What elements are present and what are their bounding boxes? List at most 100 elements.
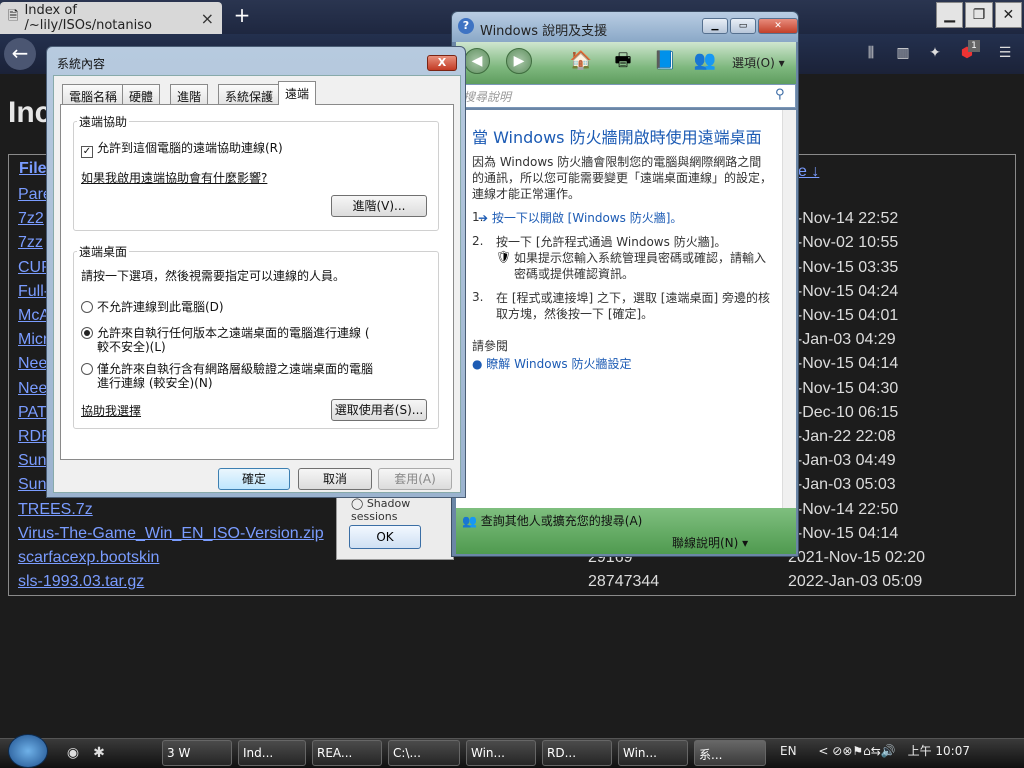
online-help-menu[interactable]: 聯線說明(N) ▾ bbox=[672, 534, 748, 551]
taskbar-button[interactable]: 系... bbox=[694, 740, 766, 766]
tray-expand-icon[interactable]: < bbox=[818, 744, 828, 758]
taskbar-button[interactable]: Win... bbox=[618, 740, 688, 766]
home-icon[interactable]: 🏠 bbox=[568, 48, 594, 74]
file-link[interactable]: Sun bbox=[18, 476, 46, 493]
menu-icon[interactable]: ☰ bbox=[994, 42, 1016, 64]
radio-deny[interactable] bbox=[81, 301, 93, 313]
help-toolbar: ◀ ▶ 🏠 🖶 📘 👥 選項(O) ▾ bbox=[456, 42, 796, 84]
close-tab-icon[interactable]: × bbox=[201, 9, 214, 28]
library-icon[interactable]: ⫼ bbox=[860, 42, 882, 64]
taskbar-button[interactable]: RD... bbox=[542, 740, 612, 766]
ask-others-link[interactable]: 👥 查詢其他人或擴充您的搜尋(A) bbox=[462, 512, 642, 529]
tab-computer-name[interactable]: 電腦名稱 bbox=[62, 84, 125, 104]
file-link[interactable]: scarfacexp.bootskin bbox=[18, 549, 159, 566]
file-date: 1-Nov-14 22:50 bbox=[788, 500, 899, 518]
search-placeholder: 搜尋說明 bbox=[463, 90, 512, 104]
quicklaunch-icon[interactable]: ✱ bbox=[88, 742, 110, 764]
browse-help-icon[interactable]: 📘 bbox=[652, 48, 678, 74]
taskbar-button[interactable]: C:\... bbox=[388, 740, 460, 766]
select-users-button[interactable]: 選取使用者(S)... bbox=[331, 399, 427, 421]
help-maximize-button[interactable]: ▭ bbox=[730, 18, 756, 34]
remote-desktop-label: 遠端桌面 bbox=[77, 243, 130, 260]
system-properties-dialog: 系統內容 X 電腦名稱 硬體 進階 系統保護 遠端 遠端協助 ✓ 允許到這個電腦的… bbox=[46, 46, 466, 498]
table-row: Sun 2-Jan-03 04:49 bbox=[18, 452, 896, 470]
close-window-button[interactable]: ✕ bbox=[994, 2, 1022, 28]
step-1-link[interactable]: ➔ 按一下以開啟 [Windows 防火牆]。 bbox=[478, 210, 758, 226]
file-link[interactable]: PAT bbox=[18, 404, 47, 421]
checkbox-checked-icon: ✓ bbox=[81, 146, 93, 158]
help-search-input[interactable]: 搜尋說明 ⚲ bbox=[456, 84, 796, 108]
table-row: 7zz 1-Nov-02 10:55 bbox=[18, 234, 898, 252]
see-also-link[interactable]: ● 瞭解 Windows 防火牆設定 bbox=[472, 356, 772, 372]
taskbar-button[interactable]: REA... bbox=[312, 740, 382, 766]
new-tab-button[interactable]: + bbox=[230, 4, 254, 28]
file-link[interactable]: Micr bbox=[18, 331, 48, 348]
assistance-info-link[interactable]: 如果我啟用遠端協助會有什麼影響? bbox=[81, 171, 267, 185]
column-header-date[interactable]: e ↓ bbox=[798, 163, 819, 181]
ok-button[interactable]: 確定 bbox=[218, 468, 290, 490]
sidebar-icon[interactable]: ▥ bbox=[892, 42, 914, 64]
start-button[interactable] bbox=[8, 734, 48, 768]
shadow-sessions-option[interactable]: ◯ Shadow sessions bbox=[351, 497, 453, 523]
window-controls: ▁ ❐ ✕ bbox=[936, 2, 1022, 30]
table-row: Nee 1-Nov-15 04:30 bbox=[18, 380, 898, 398]
table-row: TREES.7z 1-Nov-14 22:50 bbox=[18, 501, 898, 519]
help-minimize-button[interactable]: ▁ bbox=[702, 18, 728, 34]
file-date: 1-Nov-15 04:30 bbox=[788, 379, 899, 397]
tab-system-protection[interactable]: 系統保護 bbox=[218, 84, 281, 104]
remote-ok-button[interactable]: OK bbox=[349, 525, 421, 549]
file-link[interactable]: Virus-The-Game_Win_EN_ISO-Version.zip bbox=[18, 525, 324, 542]
file-link[interactable]: 7z2 bbox=[18, 210, 44, 227]
table-row: scarfacexp.bootskin 29169 2021-Nov-15 02:2… bbox=[18, 549, 925, 567]
firefox-icon[interactable]: ◉ bbox=[62, 742, 84, 764]
radio-allow-any-label-2: 較不安全)(L) bbox=[97, 340, 166, 354]
taskbar-button[interactable]: Ind... bbox=[238, 740, 306, 766]
taskbar-button[interactable]: 3 W bbox=[162, 740, 232, 766]
allow-assistance-checkbox[interactable]: ✓ 允許到這個電腦的遠端協助連線(R) bbox=[81, 141, 283, 158]
help-close-button[interactable]: ✕ bbox=[758, 18, 798, 34]
file-link[interactable]: Full- bbox=[18, 283, 49, 300]
taskbar-button[interactable]: Win... bbox=[466, 740, 536, 766]
tray-icons[interactable]: ⊘⊗⚑⌂⇆🔊 bbox=[832, 744, 895, 758]
tab-hardware[interactable]: 硬體 bbox=[122, 84, 161, 104]
table-row: Sun 2-Jan-03 05:03 bbox=[18, 476, 896, 494]
back-button[interactable]: ← bbox=[4, 38, 36, 70]
advanced-button[interactable]: 進階(V)... bbox=[331, 195, 427, 217]
file-link[interactable]: 7zz bbox=[18, 234, 43, 251]
clock[interactable]: 上午 10:07 bbox=[908, 744, 970, 758]
help-window-controls: ▁ ▭ ✕ bbox=[702, 18, 798, 34]
cancel-button[interactable]: 取消 bbox=[298, 468, 372, 490]
file-link[interactable]: Sun bbox=[18, 452, 46, 469]
radio-allow-any[interactable] bbox=[81, 327, 93, 339]
print-icon[interactable]: 🖶 bbox=[610, 48, 636, 74]
minimize-button[interactable]: ▁ bbox=[936, 2, 964, 28]
browser-tab[interactable]: 🗎 Index of /~lily/ISOs/notaniso × bbox=[0, 2, 222, 34]
dialog-close-button[interactable]: X bbox=[427, 55, 457, 71]
file-link[interactable]: TREES.7z bbox=[18, 501, 93, 518]
extension-badge: 1 bbox=[968, 40, 980, 52]
tab-advanced[interactable]: 進階 bbox=[170, 84, 209, 104]
file-date: 1-Nov-15 03:35 bbox=[788, 258, 899, 276]
radio-allow-nla[interactable] bbox=[81, 363, 93, 375]
help-me-choose-link[interactable]: 協助我選擇 bbox=[81, 404, 141, 418]
restore-button[interactable]: ❐ bbox=[965, 2, 993, 28]
help-back-icon[interactable]: ◀ bbox=[464, 48, 490, 74]
column-header-file[interactable]: File bbox=[19, 160, 47, 178]
file-link[interactable]: Nee bbox=[18, 380, 47, 397]
search-icon[interactable]: ⚲ bbox=[775, 87, 785, 102]
help-forward-icon[interactable]: ▶ bbox=[506, 48, 532, 74]
tab-title: Index of /~lily/ISOs/notaniso bbox=[24, 3, 152, 33]
apply-button[interactable]: 套用(A) bbox=[378, 468, 452, 490]
language-indicator[interactable]: EN bbox=[780, 744, 797, 758]
file-link[interactable]: Nee bbox=[18, 355, 47, 372]
file-link[interactable]: sls-1993.03.tar.gz bbox=[18, 573, 144, 590]
dialog-body: 電腦名稱 硬體 進階 系統保護 遠端 遠端協助 ✓ 允許到這個電腦的遠端協助連線(… bbox=[53, 75, 461, 493]
options-menu[interactable]: 選項(O) ▾ bbox=[732, 54, 785, 71]
tab-remote[interactable]: 遠端 bbox=[278, 81, 317, 105]
help-scrollbar[interactable] bbox=[782, 110, 796, 508]
ask-icon[interactable]: 👥 bbox=[692, 48, 718, 74]
radio-allow-any-label-1: 允許來自執行任何版本之遠端桌面的電腦進行連線 ( bbox=[97, 326, 370, 340]
extension-icon[interactable]: ✦ bbox=[924, 42, 946, 64]
file-date: 2-Jan-03 05:03 bbox=[788, 476, 896, 494]
file-date: 1-Nov-15 04:01 bbox=[788, 307, 899, 324]
